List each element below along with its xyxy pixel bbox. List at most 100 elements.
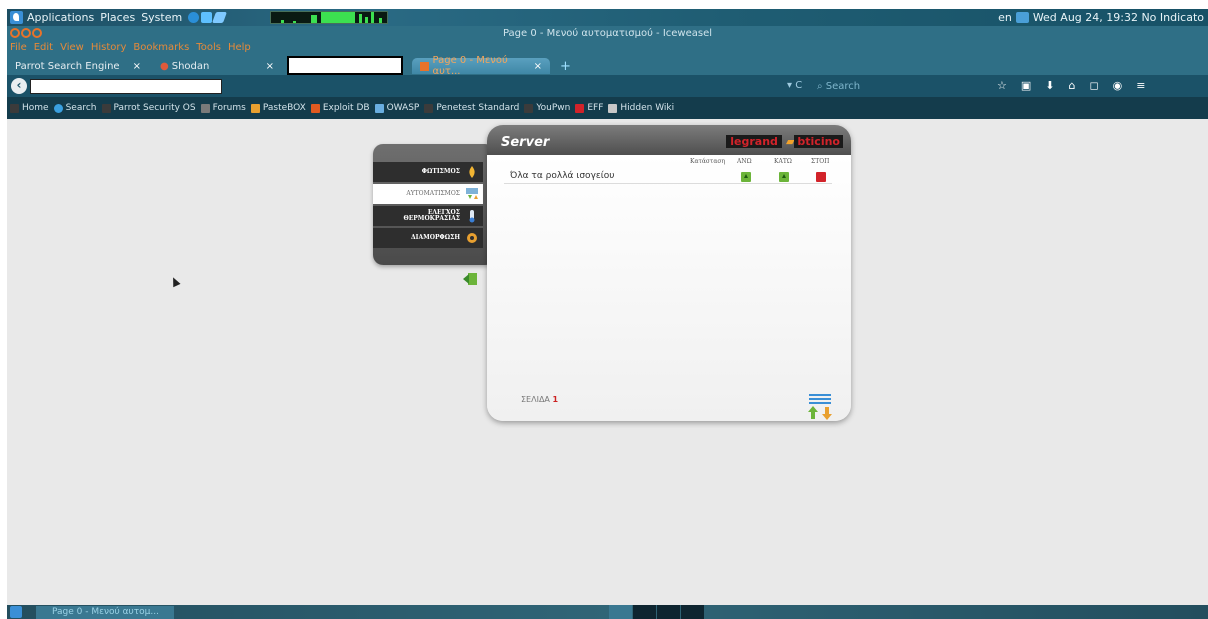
- pocket-icon[interactable]: ◻: [1089, 79, 1098, 92]
- bookmark-pastebox[interactable]: PasteBOX: [250, 103, 306, 113]
- browser-launcher-icon[interactable]: [188, 12, 200, 23]
- tab-label: Shodan: [171, 60, 210, 72]
- bticino-favicon-icon: [420, 61, 429, 71]
- legrand-logo: legrand: [726, 134, 782, 148]
- lightbulb-icon: [469, 166, 475, 178]
- workspace-4[interactable]: [681, 605, 704, 619]
- folder-icon: [101, 103, 111, 113]
- shutter-stop-button[interactable]: [816, 172, 826, 182]
- close-tab-icon[interactable]: ×: [266, 61, 274, 72]
- menu-file[interactable]: File: [10, 42, 27, 56]
- tab-bar: Parrot Search Engine × ● Shodan × Page 0…: [7, 55, 1208, 77]
- page-content: ΦΩΤΙΣΜΟΣ ΑΥΤΟΜΑΤΙΣΜΟΣ ΕΛΕΓΧΟΣ ΘΕΡΜΟΚΡΑΣΙ…: [7, 119, 1208, 603]
- bookmark-eff[interactable]: EFF: [575, 103, 603, 113]
- eff-icon: [575, 103, 585, 113]
- window-title: Page 0 - Μενού αυτοματισμού - Iceweasel: [502, 28, 713, 39]
- redacted-tab: [287, 56, 403, 75]
- tab-parrot-search[interactable]: Parrot Search Engine ×: [7, 58, 149, 74]
- thermometer-icon: [469, 210, 475, 223]
- table-row: Όλα τα ρολλά ισογείου: [504, 170, 832, 184]
- menu-history[interactable]: History: [91, 42, 127, 56]
- search-input[interactable]: ⌕ Search: [813, 79, 978, 94]
- exploit-db-icon: [310, 103, 320, 113]
- bookmark-hidden-wiki[interactable]: Hidden Wiki: [608, 103, 674, 113]
- clock[interactable]: Wed Aug 24, 19:32 No Indicato: [1033, 11, 1204, 24]
- applications-menu[interactable]: Applications: [27, 11, 94, 24]
- folder-icon: [524, 103, 534, 113]
- page-navigation-icon[interactable]: [807, 393, 833, 421]
- reload-icon[interactable]: ▾ C: [787, 80, 802, 91]
- show-desktop-icon[interactable]: [10, 606, 22, 618]
- column-down: ΚΑΤΩ: [774, 158, 792, 165]
- menu-configuration[interactable]: ΔΙΑΜΟΡΦΩΣΗ: [373, 228, 483, 248]
- back-button-icon[interactable]: ‹: [11, 78, 27, 94]
- menu-bookmarks[interactable]: Bookmarks: [133, 42, 189, 56]
- bookmark-parrot-security[interactable]: Parrot Security OS: [101, 103, 196, 113]
- page-number: 1: [552, 395, 559, 404]
- search-dot-icon: [53, 103, 63, 113]
- network-icon[interactable]: [1015, 12, 1029, 23]
- taskbar-window-button[interactable]: Page 0 - Μενού αυτομ...: [36, 606, 174, 619]
- home-icon[interactable]: ⌂: [1069, 79, 1076, 92]
- shutter-up-button[interactable]: [741, 172, 751, 182]
- tab-label: Page 0 - Μενού αυτ...: [432, 55, 508, 77]
- workspace-3[interactable]: [657, 605, 680, 619]
- shutter-down-button[interactable]: [779, 172, 789, 182]
- menu-temperature-control[interactable]: ΕΛΕΓΧΟΣ ΘΕΡΜΟΚΡΑΣΙΑΣ: [373, 206, 483, 226]
- parrot-logo-icon[interactable]: [10, 11, 23, 24]
- download-icon[interactable]: ⬇: [1045, 79, 1054, 92]
- bookmark-youpwn[interactable]: YouPwn: [524, 103, 570, 113]
- editor-launcher-icon[interactable]: [212, 12, 228, 23]
- system-monitor-graph: [270, 11, 388, 24]
- bticino-logo: bticino: [794, 134, 843, 148]
- server-panel: Server legrand ▰ bticino Κατάσταση ΑΝΩ Κ…: [487, 125, 851, 421]
- places-menu[interactable]: Places: [100, 11, 135, 24]
- tab-page-0[interactable]: Page 0 - Μενού αυτ... ×: [412, 55, 550, 77]
- bookmark-forums[interactable]: Forums: [200, 103, 246, 113]
- system-menu[interactable]: System: [141, 11, 182, 24]
- menu-view[interactable]: View: [60, 42, 84, 56]
- close-tab-icon[interactable]: ×: [534, 61, 542, 72]
- window-titlebar: Page 0 - Μενού αυτοματισμού - Iceweasel: [7, 26, 1208, 42]
- keyboard-layout-indicator[interactable]: en: [998, 11, 1012, 24]
- gear-icon: [467, 233, 477, 243]
- shutter-icon: [466, 188, 478, 199]
- privacy-badger-icon[interactable]: ◉: [1113, 79, 1123, 92]
- desktop-screen: Applications Places System en Wed Aug 24…: [7, 9, 1208, 619]
- page-indicator: ΣΕΛΙΔΑ 1: [521, 395, 559, 404]
- brand-logo: legrand ▰ bticino: [726, 134, 843, 148]
- tab-shodan[interactable]: ● Shodan ×: [152, 58, 282, 74]
- automation-side-menu: ΦΩΤΙΣΜΟΣ ΑΥΤΟΜΑΤΙΣΜΟΣ ΕΛΕΓΧΟΣ ΘΕΡΜΟΚΡΑΣΙ…: [373, 144, 495, 265]
- new-tab-button[interactable]: +: [552, 58, 572, 74]
- exit-back-icon[interactable]: [462, 272, 478, 286]
- menu-automation[interactable]: ΑΥΤΟΜΑΤΙΣΜΟΣ: [373, 184, 483, 204]
- bookmark-owasp[interactable]: OWASP: [374, 103, 419, 113]
- search-placeholder: Search: [825, 81, 861, 92]
- server-title: Server: [501, 135, 550, 150]
- workspace-2[interactable]: [633, 605, 656, 619]
- menu-tools[interactable]: Tools: [196, 42, 221, 56]
- column-status: Κατάσταση: [690, 158, 726, 165]
- reading-list-icon[interactable]: ▣: [1021, 79, 1031, 92]
- server-panel-body: Κατάσταση ΑΝΩ ΚΑΤΩ ΣΤΟΠ Όλα τα ρολλά ισο…: [487, 155, 851, 421]
- folder-icon: [424, 103, 434, 113]
- menu-help[interactable]: Help: [228, 42, 251, 56]
- url-bar-redacted[interactable]: [30, 79, 222, 94]
- folder-icon: [10, 103, 19, 113]
- menu-edit[interactable]: Edit: [34, 42, 53, 56]
- terminal-launcher-icon[interactable]: [201, 12, 213, 23]
- bookmark-exploit-db[interactable]: Exploit DB: [310, 103, 370, 113]
- server-panel-header: Server legrand ▰ bticino: [487, 125, 851, 155]
- bookmark-home[interactable]: Home: [10, 103, 49, 113]
- hamburger-menu-icon[interactable]: ≡: [1136, 79, 1145, 92]
- row-label: Όλα τα ρολλά ισογείου: [510, 171, 615, 181]
- bookmark-search[interactable]: Search: [53, 103, 97, 113]
- bookmark-penetest-standard[interactable]: Penetest Standard: [424, 103, 519, 113]
- star-bookmark-icon[interactable]: ☆: [997, 79, 1007, 92]
- panel-right-area: en Wed Aug 24, 19:32 No Indicato: [998, 9, 1204, 26]
- menu-lighting[interactable]: ΦΩΤΙΣΜΟΣ: [373, 162, 483, 182]
- workspace-1[interactable]: [609, 605, 632, 619]
- close-tab-icon[interactable]: ×: [133, 61, 141, 72]
- bookmarks-toolbar: Home Search Parrot Security OS Forums Pa…: [7, 97, 1208, 119]
- navigation-bar: ‹ ▾ C ⌕ Search ☆ ▣ ⬇ ⌂ ◻ ◉ ≡: [7, 75, 1208, 97]
